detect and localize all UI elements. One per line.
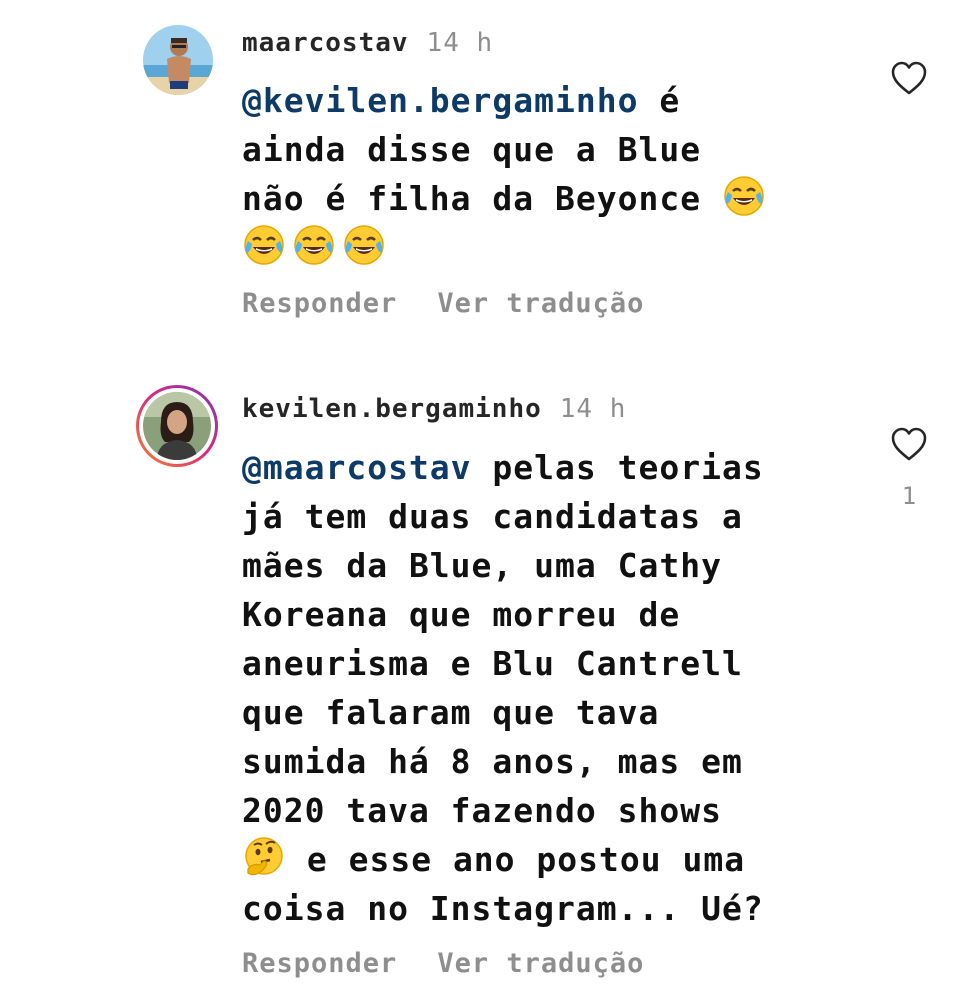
mention-link[interactable]: @maarcostav	[242, 448, 472, 487]
timestamp: 14 h	[559, 394, 627, 424]
username[interactable]: maarcostav	[242, 28, 409, 58]
username[interactable]: kevilen.bergaminho	[242, 394, 542, 424]
comment-kevilen-bergaminho: kevilen.bergaminho 14 h @maarcostav pelas…	[0, 370, 965, 1000]
comment-line: mães da Blue, uma Cathy	[242, 546, 722, 585]
comment-line: ainda disse que a Blue	[242, 130, 702, 169]
laughing-tears-emoji	[292, 223, 336, 267]
reply-button[interactable]: Responder	[242, 948, 397, 979]
comment-line: e esse ano postou uma	[286, 840, 746, 879]
heart-outline-icon[interactable]	[890, 60, 928, 96]
comment-actions: Responder Ver tradução	[242, 288, 644, 319]
see-translation-button[interactable]: Ver tradução	[437, 288, 644, 319]
comment-text: @kevilen.bergaminho é ainda disse que a …	[242, 76, 852, 272]
avatar-story-ring[interactable]	[136, 385, 218, 467]
comment-line: Koreana que morreu de	[242, 595, 681, 634]
comment-actions: Responder Ver tradução	[242, 948, 644, 979]
comment-line: não é filha da Beyonce	[242, 179, 722, 218]
reply-button[interactable]: Responder	[242, 288, 397, 319]
comment-line: pelas teorias	[471, 448, 764, 487]
comment-line: 2020 tava fazendo shows	[242, 791, 722, 830]
laughing-tears-emoji	[342, 223, 386, 267]
comment-line: coisa no Instagram... Ué?	[242, 889, 764, 928]
heart-outline-icon[interactable]	[890, 426, 928, 462]
like-count[interactable]: 1	[890, 482, 928, 510]
comment-maarcostav: maarcostav 14 h @kevilen.bergaminho é ain…	[0, 0, 965, 340]
comment-line: sumida há 8 anos, mas em	[242, 742, 743, 781]
avatar[interactable]	[143, 25, 213, 95]
see-translation-button[interactable]: Ver tradução	[437, 948, 644, 979]
mention-link[interactable]: @kevilen.bergaminho	[242, 81, 639, 120]
comment-line: que falaram que tava	[242, 693, 660, 732]
thinking-face-emoji	[242, 835, 286, 879]
laughing-tears-emoji	[722, 174, 766, 218]
comment-header: maarcostav 14 h	[242, 28, 493, 58]
comment-header: kevilen.bergaminho 14 h	[242, 394, 626, 424]
comment-line: já tem duas candidatas a	[242, 497, 743, 536]
timestamp: 14 h	[426, 28, 494, 58]
comment-line: é	[638, 81, 681, 120]
comment-line: aneurisma e Blu Cantrell	[242, 644, 743, 683]
comment-text: @maarcostav pelas teorias já tem duas ca…	[242, 443, 852, 933]
laughing-tears-emoji	[242, 223, 286, 267]
